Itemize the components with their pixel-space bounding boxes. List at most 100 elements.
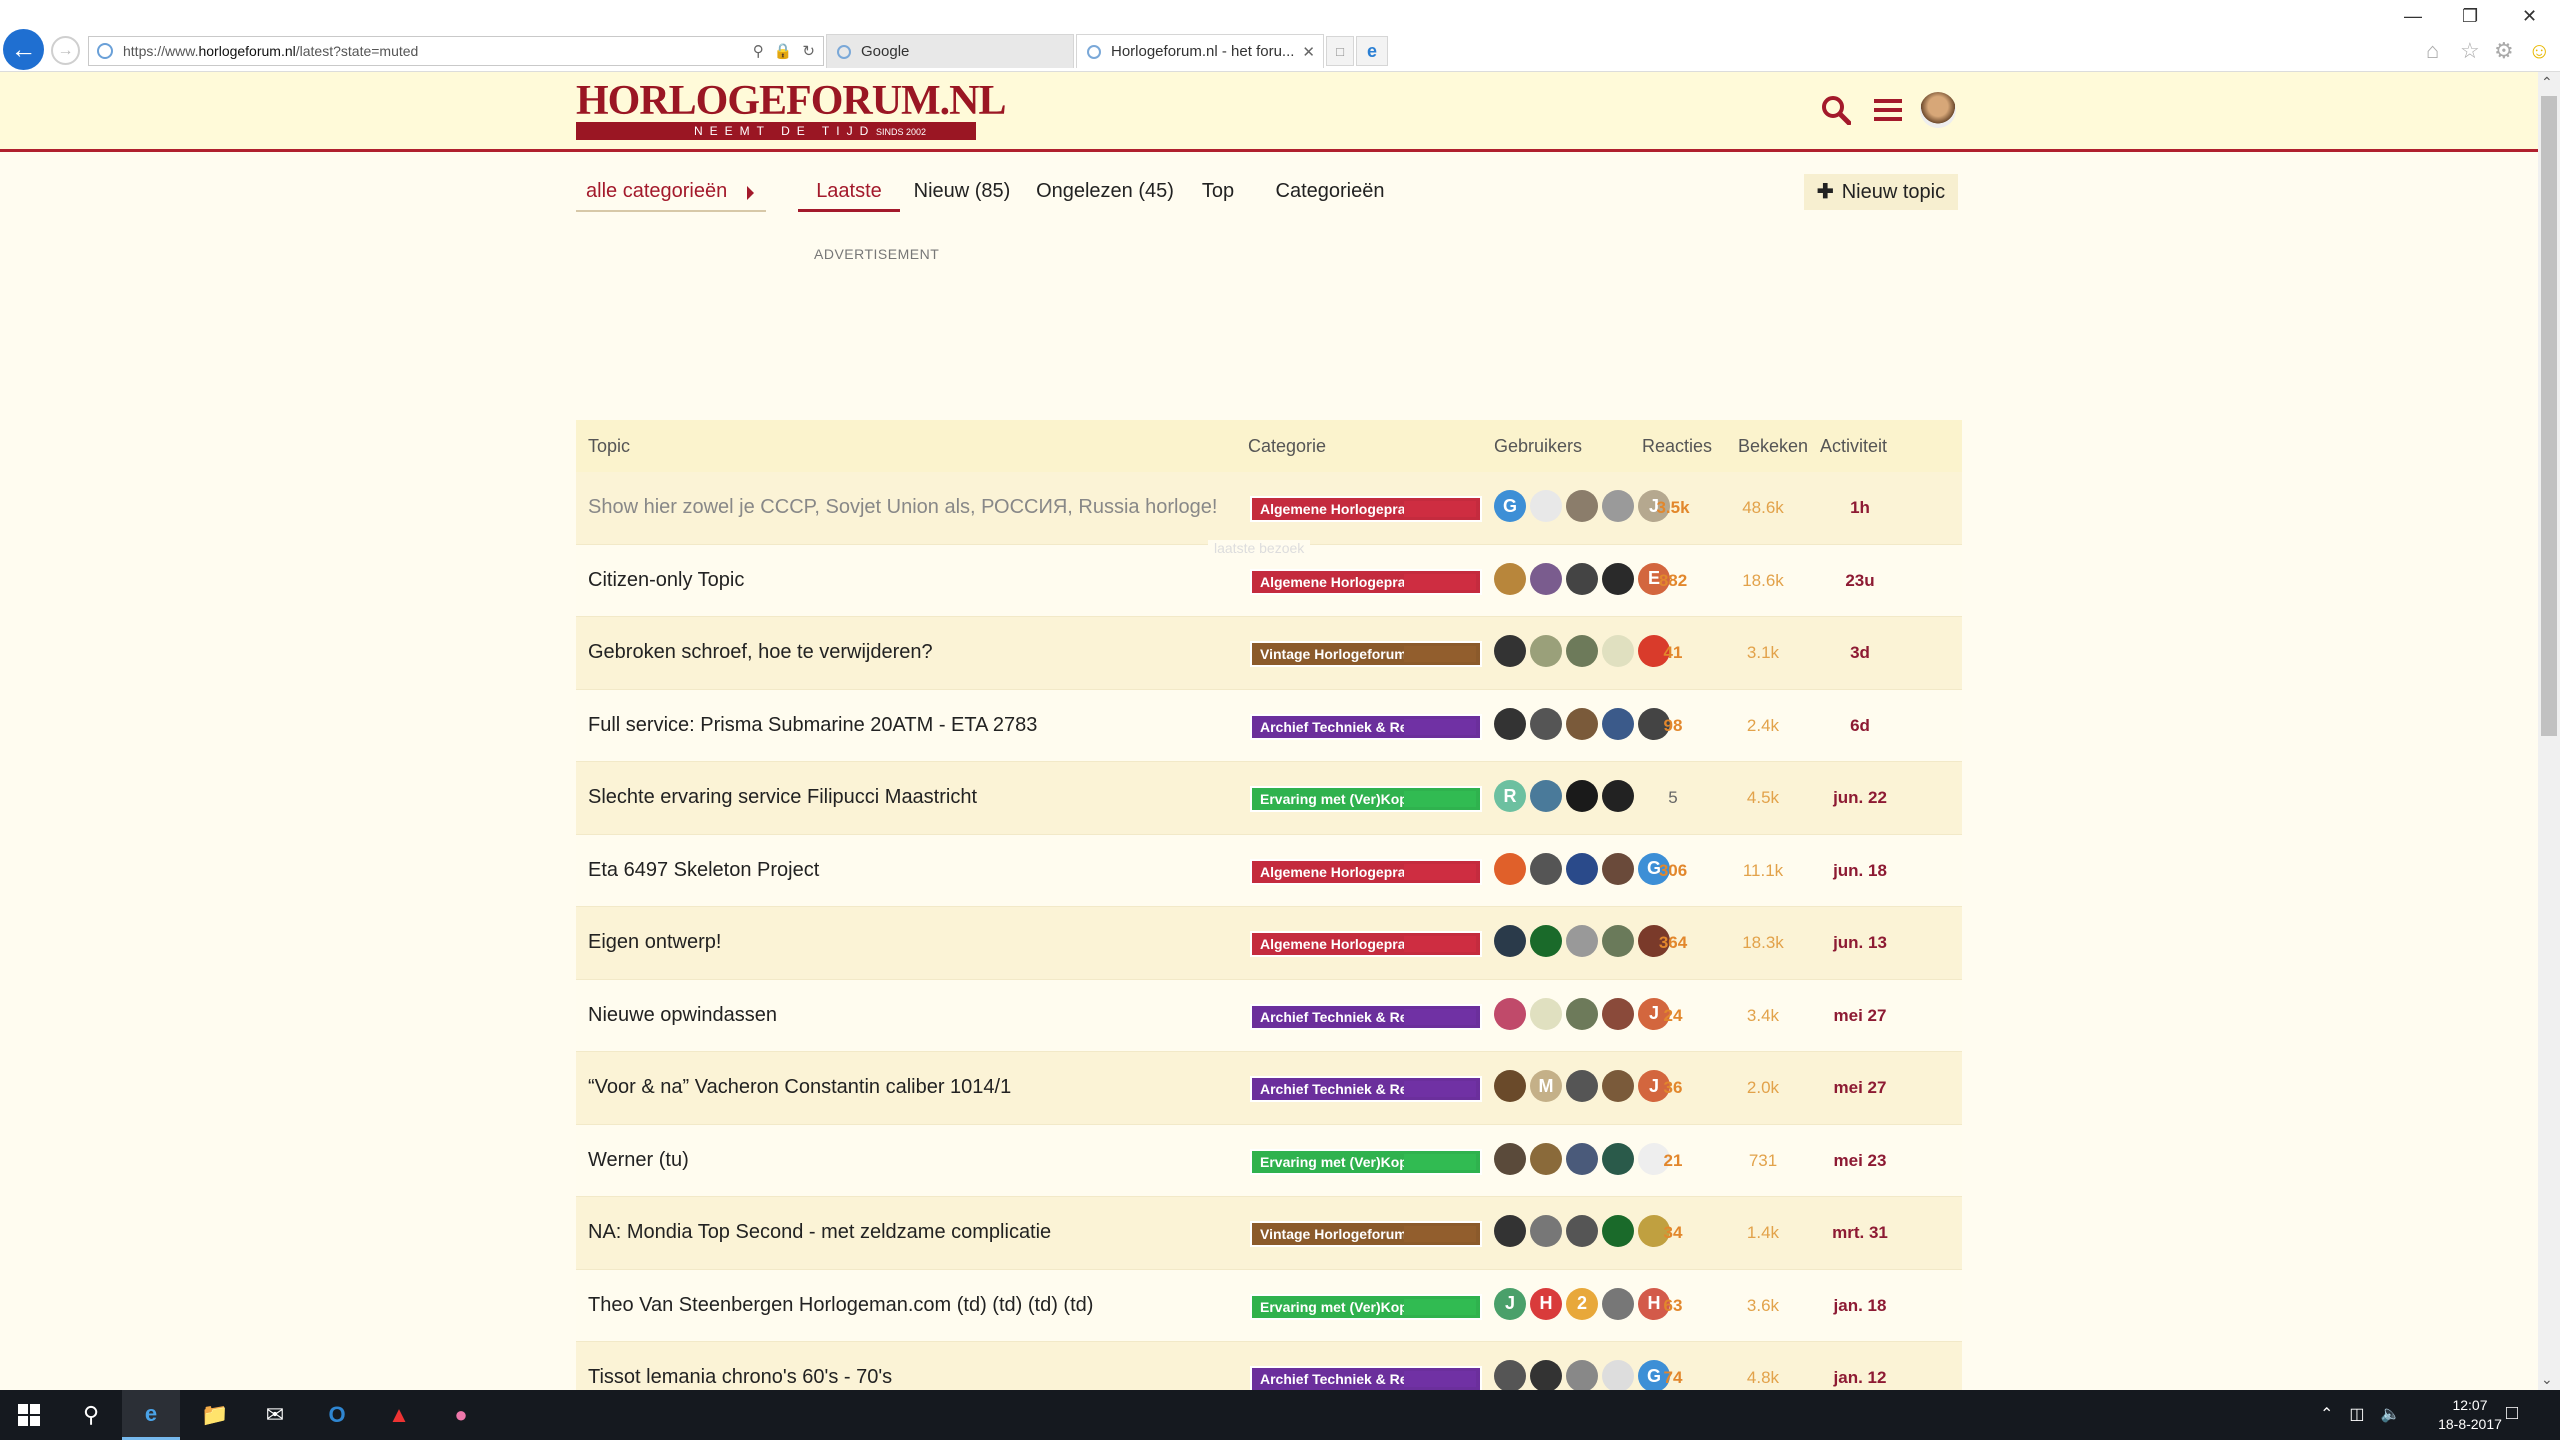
avatar[interactable]: [1566, 1360, 1598, 1392]
site-logo[interactable]: HORLOGEFORUM.NL NEEMT DE TIJD SINDS 2002: [576, 78, 1007, 148]
table-row[interactable]: Show hier zowel je CCCP, Sovjet Union al…: [576, 472, 1962, 545]
avatar[interactable]: [1530, 780, 1562, 812]
topic-title-link[interactable]: Gebroken schroef, hoe te verwijderen?: [588, 641, 933, 664]
lock-icon[interactable]: 🔒: [774, 42, 793, 60]
topic-title-link[interactable]: Eta 6497 Skeleton Project: [588, 859, 819, 882]
avatar[interactable]: J: [1494, 1287, 1526, 1320]
address-bar[interactable]: https://www.horlogeforum.nl/latest?state…: [88, 36, 824, 66]
header-category[interactable]: Categorie: [1248, 436, 1326, 457]
avatar[interactable]: [1530, 562, 1562, 595]
start-windows-icon[interactable]: [0, 1390, 58, 1440]
reactions-count[interactable]: 36: [1638, 1078, 1708, 1098]
show-hidden-icons-icon[interactable]: ⌃: [2320, 1404, 2333, 1424]
close-window-button[interactable]: ✕: [2522, 6, 2537, 27]
close-tab-icon[interactable]: ✕: [1302, 43, 1315, 61]
avatar[interactable]: [1566, 707, 1598, 740]
topic-title-link[interactable]: NA: Mondia Top Second - met zeldzame com…: [588, 1221, 1051, 1244]
reactions-count[interactable]: 5: [1638, 788, 1708, 808]
reactions-count[interactable]: 98: [1638, 716, 1708, 736]
avatar[interactable]: [1494, 562, 1526, 595]
restore-button[interactable]: ❐: [2462, 6, 2478, 27]
category-badge[interactable]: Algemene Horlogepraat: [1250, 858, 1482, 885]
reactions-count[interactable]: 24: [1638, 1006, 1708, 1026]
search-icon[interactable]: [1818, 92, 1854, 128]
category-badge[interactable]: Vintage Horlogeforum: [1250, 1221, 1482, 1247]
reactions-count[interactable]: 34: [1638, 1223, 1708, 1243]
volume-icon[interactable]: 🔈: [2381, 1404, 2401, 1424]
avatar[interactable]: [1530, 1360, 1562, 1392]
reactions-count[interactable]: 3.5k: [1638, 498, 1708, 518]
reactions-count[interactable]: 21: [1638, 1151, 1708, 1171]
taskbar-clock[interactable]: 12:07 18-8-2017: [2430, 1396, 2510, 1434]
category-badge[interactable]: Ervaring met (Ver)Kopers: [1250, 1148, 1482, 1175]
avatar[interactable]: [1494, 925, 1526, 957]
avatar[interactable]: 2: [1566, 1287, 1598, 1320]
activity-time[interactable]: 23u: [1820, 571, 1900, 591]
topic-title-link[interactable]: Full service: Prisma Submarine 20ATM - E…: [588, 714, 1037, 737]
address-url[interactable]: https://www.horlogeforum.nl/latest?state…: [123, 43, 753, 59]
header-activity[interactable]: Activiteit: [1820, 436, 1887, 457]
nav-top[interactable]: Top: [1188, 172, 1248, 212]
network-icon[interactable]: ◫: [2349, 1404, 2364, 1424]
tab-google[interactable]: Google: [826, 34, 1074, 68]
avatar[interactable]: [1530, 635, 1562, 667]
action-center-icon[interactable]: □: [2506, 1402, 2518, 1425]
table-row[interactable]: Eigen ontwerp! Algemene Horlogepraat 364 18…: [576, 907, 1962, 980]
avatar[interactable]: [1602, 1360, 1634, 1392]
reactions-count[interactable]: 306: [1638, 861, 1708, 881]
topic-title-link[interactable]: Eigen ontwerp!: [588, 931, 721, 954]
nav-new[interactable]: Nieuw (85): [902, 172, 1022, 212]
category-badge[interactable]: Ervaring met (Ver)Kopers: [1250, 786, 1482, 812]
category-badge[interactable]: Archief Techniek & Reviews: [1250, 713, 1482, 740]
avatar[interactable]: [1566, 562, 1598, 595]
activity-time[interactable]: jan. 12: [1820, 1368, 1900, 1388]
gear-icon[interactable]: ⚙: [2494, 38, 2514, 64]
avatar[interactable]: [1566, 780, 1598, 812]
avatar[interactable]: [1494, 1142, 1526, 1175]
new-topic-button[interactable]: ✚ Nieuw topic: [1804, 174, 1958, 210]
reactions-count[interactable]: 41: [1638, 643, 1708, 663]
category-badge[interactable]: Vintage Horlogeforum: [1250, 641, 1482, 667]
activity-time[interactable]: 6d: [1820, 716, 1900, 736]
taskbar-search-icon[interactable]: ⚲: [62, 1390, 120, 1440]
category-badge[interactable]: Ervaring met (Ver)Kopers: [1250, 1293, 1482, 1320]
avatar[interactable]: [1530, 997, 1562, 1030]
search-icon[interactable]: ⚲: [753, 42, 764, 60]
avatar[interactable]: [1566, 925, 1598, 957]
internet-explorer-icon[interactable]: e: [122, 1390, 180, 1440]
file-explorer-icon[interactable]: 📁: [186, 1390, 244, 1440]
avatar[interactable]: [1530, 925, 1562, 957]
table-row[interactable]: Eta 6497 Skeleton Project Algemene Horlog…: [576, 834, 1962, 907]
avatar[interactable]: [1602, 1215, 1634, 1247]
topic-title-link[interactable]: Theo Van Steenbergen Horlogeman.com (td)…: [588, 1294, 1093, 1317]
avatar[interactable]: [1494, 1070, 1526, 1102]
category-badge[interactable]: Algemene Horlogepraat: [1250, 931, 1482, 957]
user-avatar[interactable]: [1920, 92, 1956, 128]
header-views[interactable]: Bekeken: [1738, 436, 1808, 457]
avatar[interactable]: [1602, 925, 1634, 957]
hamburger-menu-icon[interactable]: [1870, 92, 1906, 128]
table-row[interactable]: Theo Van Steenbergen Horlogeman.com (td)…: [576, 1269, 1962, 1342]
avatar[interactable]: [1602, 780, 1634, 812]
category-badge[interactable]: Archief Techniek & Reviews: [1250, 1003, 1482, 1030]
maps-pin-icon[interactable]: ●: [432, 1390, 490, 1440]
refresh-icon[interactable]: ↻: [802, 42, 815, 60]
reactions-count[interactable]: 63: [1638, 1296, 1708, 1316]
avatar[interactable]: [1566, 852, 1598, 885]
avatar[interactable]: G: [1494, 490, 1526, 522]
avatar[interactable]: [1602, 1070, 1634, 1102]
avatar[interactable]: [1602, 635, 1634, 667]
outlook-icon[interactable]: O: [308, 1390, 366, 1440]
topic-title-link[interactable]: “Voor & na” Vacheron Constantin caliber …: [588, 1076, 1011, 1099]
favorites-star-icon[interactable]: ☆: [2460, 38, 2480, 64]
activity-time[interactable]: 3d: [1820, 643, 1900, 663]
table-row[interactable]: NA: Mondia Top Second - met zeldzame com…: [576, 1197, 1962, 1270]
avatar[interactable]: [1602, 490, 1634, 522]
table-row[interactable]: “Voor & na” Vacheron Constantin caliber …: [576, 1052, 1962, 1125]
activity-time[interactable]: jun. 13: [1820, 933, 1900, 953]
reactions-count[interactable]: 74: [1638, 1368, 1708, 1388]
nav-latest[interactable]: Laatste: [798, 172, 900, 212]
avatar[interactable]: [1602, 997, 1634, 1030]
table-row[interactable]: Full service: Prisma Submarine 20ATM - E…: [576, 689, 1962, 762]
topic-title-link[interactable]: Slechte ervaring service Filipucci Maast…: [588, 786, 977, 809]
